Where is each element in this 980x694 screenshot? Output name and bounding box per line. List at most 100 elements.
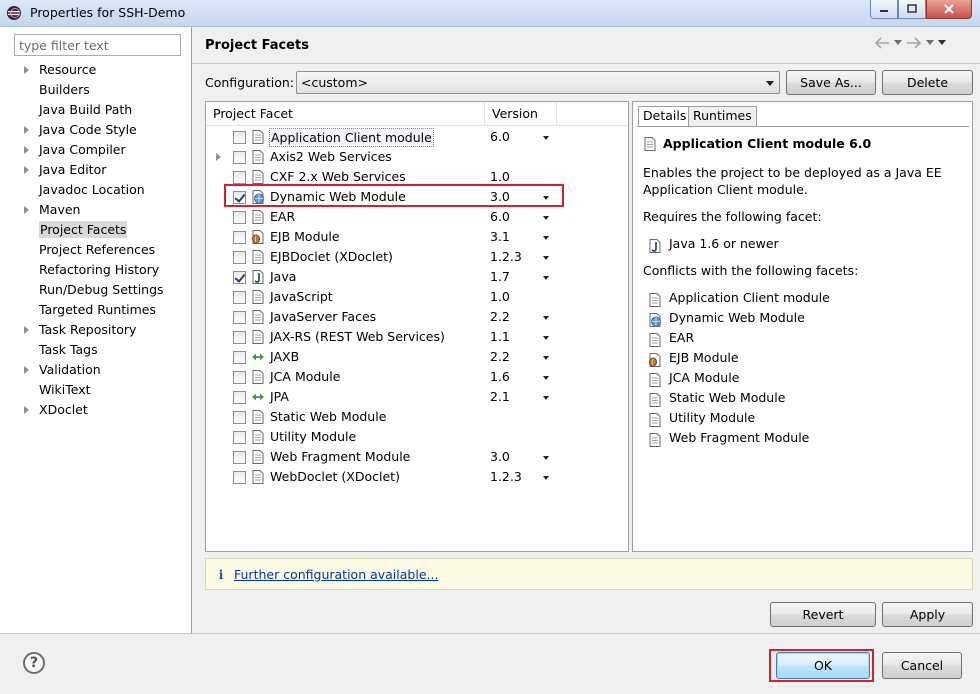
facet-row[interactable]: EJBDoclet (XDoclet) 1.2.3 <box>206 247 628 267</box>
version-dropdown-icon[interactable] <box>543 276 549 280</box>
facet-checkbox[interactable] <box>233 331 246 344</box>
facet-checkbox[interactable] <box>233 471 246 484</box>
version-dropdown-icon[interactable] <box>543 376 549 380</box>
facet-version[interactable]: 6.0 <box>490 207 510 227</box>
version-dropdown-icon[interactable] <box>543 236 549 240</box>
minimize-button[interactable] <box>870 0 898 19</box>
expand-arrow-icon[interactable] <box>24 326 29 334</box>
help-button[interactable]: ? <box>23 652 45 674</box>
nav-item-resource[interactable]: Resource <box>0 60 191 80</box>
facet-row[interactable]: Static Web Module <box>206 407 628 427</box>
facet-checkbox[interactable] <box>233 411 246 424</box>
facet-checkbox[interactable] <box>233 251 246 264</box>
facet-row[interactable]: JavaScript 1.0 <box>206 287 628 307</box>
column-header-version[interactable]: Version <box>485 102 557 126</box>
facet-version[interactable]: 2.2 <box>490 347 510 367</box>
expand-arrow-icon[interactable] <box>24 406 29 414</box>
facet-row[interactable]: Utility Module <box>206 427 628 447</box>
facet-version[interactable]: 2.2 <box>490 307 510 327</box>
apply-button[interactable]: Apply <box>882 602 973 627</box>
facet-checkbox[interactable] <box>233 271 246 284</box>
nav-item-wikitext[interactable]: WikiText <box>0 380 191 400</box>
version-dropdown-icon[interactable] <box>543 256 549 260</box>
forward-dropdown-icon[interactable] <box>926 40 934 46</box>
facet-checkbox[interactable] <box>233 431 246 444</box>
expand-arrow-icon[interactable] <box>24 166 29 174</box>
nav-item-java-compiler[interactable]: Java Compiler <box>0 140 191 160</box>
version-dropdown-icon[interactable] <box>543 316 549 320</box>
version-dropdown-icon[interactable] <box>543 336 549 340</box>
close-button[interactable] <box>926 0 972 19</box>
version-dropdown-icon[interactable] <box>543 216 549 220</box>
cancel-button[interactable]: Cancel <box>882 652 962 679</box>
facet-row[interactable]: JavaServer Faces 2.2 <box>206 307 628 327</box>
facet-row[interactable]: JAX-RS (REST Web Services) 1.1 <box>206 327 628 347</box>
nav-item-task-tags[interactable]: Task Tags <box>0 340 191 360</box>
tab-details[interactable]: Details <box>638 106 692 127</box>
facet-row[interactable]: Application Client module 6.0 <box>206 127 628 147</box>
nav-item-targeted-runtimes[interactable]: Targeted Runtimes <box>0 300 191 320</box>
nav-item-refactoring-history[interactable]: Refactoring History <box>0 260 191 280</box>
tab-runtimes[interactable]: Runtimes <box>688 106 757 126</box>
revert-button[interactable]: Revert <box>770 602 876 627</box>
version-dropdown-icon[interactable] <box>543 136 549 140</box>
facet-checkbox[interactable] <box>233 231 246 244</box>
nav-item-validation[interactable]: Validation <box>0 360 191 380</box>
column-header-facet[interactable]: Project Facet <box>206 102 485 126</box>
delete-button[interactable]: Delete <box>882 70 973 95</box>
nav-item-java-editor[interactable]: Java Editor <box>0 160 191 180</box>
version-dropdown-icon[interactable] <box>543 476 549 480</box>
version-dropdown-icon[interactable] <box>543 396 549 400</box>
facet-checkbox[interactable] <box>233 351 246 364</box>
facet-row[interactable]: WebDoclet (XDoclet) 1.2.3 <box>206 467 628 487</box>
view-menu-icon[interactable] <box>938 40 946 46</box>
facet-checkbox[interactable] <box>233 131 246 144</box>
facet-checkbox[interactable] <box>233 311 246 324</box>
facet-version[interactable]: 1.2.3 <box>490 467 522 487</box>
nav-item-run-debug-settings[interactable]: Run/Debug Settings <box>0 280 191 300</box>
nav-item-javadoc-location[interactable]: Javadoc Location <box>0 180 191 200</box>
facet-version[interactable]: 1.1 <box>490 327 510 347</box>
facet-version[interactable]: 1.0 <box>490 287 510 307</box>
filter-input[interactable] <box>14 34 181 56</box>
facet-row[interactable]: Web Fragment Module 3.0 <box>206 447 628 467</box>
expand-arrow-icon[interactable] <box>216 153 221 161</box>
facet-row[interactable]: Java 1.7 <box>206 267 628 287</box>
facet-row[interactable]: Axis2 Web Services <box>206 147 628 167</box>
nav-item-builders[interactable]: Builders <box>0 80 191 100</box>
maximize-button[interactable] <box>898 0 926 19</box>
expand-arrow-icon[interactable] <box>24 66 29 74</box>
facet-checkbox[interactable] <box>233 371 246 384</box>
nav-item-maven[interactable]: Maven <box>0 200 191 220</box>
back-dropdown-icon[interactable] <box>894 40 902 46</box>
forward-arrow-icon[interactable] <box>906 37 922 49</box>
version-dropdown-icon[interactable] <box>543 356 549 360</box>
nav-item-project-references[interactable]: Project References <box>0 240 191 260</box>
nav-item-xdoclet[interactable]: XDoclet <box>0 400 191 420</box>
facet-version[interactable]: 1.2.3 <box>490 247 522 267</box>
facet-version[interactable]: 3.0 <box>490 447 510 467</box>
version-dropdown-icon[interactable] <box>543 456 549 460</box>
facet-row[interactable]: EJB Module 3.1 <box>206 227 628 247</box>
facet-row[interactable]: EAR 6.0 <box>206 207 628 227</box>
facet-row[interactable]: JCA Module 1.6 <box>206 367 628 387</box>
expand-arrow-icon[interactable] <box>24 146 29 154</box>
facet-version[interactable]: 1.7 <box>490 267 510 287</box>
facet-version[interactable]: 6.0 <box>490 127 510 147</box>
facet-version[interactable]: 3.1 <box>490 227 510 247</box>
facet-checkbox[interactable] <box>233 171 246 184</box>
nav-item-task-repository[interactable]: Task Repository <box>0 320 191 340</box>
expand-arrow-icon[interactable] <box>24 206 29 214</box>
facet-version[interactable]: 2.1 <box>490 387 510 407</box>
nav-item-java-code-style[interactable]: Java Code Style <box>0 120 191 140</box>
facet-checkbox[interactable] <box>233 451 246 464</box>
nav-item-java-build-path[interactable]: Java Build Path <box>0 100 191 120</box>
expand-arrow-icon[interactable] <box>24 366 29 374</box>
facet-row[interactable]: JPA 2.1 <box>206 387 628 407</box>
nav-item-project-facets[interactable]: Project Facets <box>0 220 191 240</box>
back-arrow-icon[interactable] <box>874 37 890 49</box>
facet-checkbox[interactable] <box>233 291 246 304</box>
expand-arrow-icon[interactable] <box>24 126 29 134</box>
facet-checkbox[interactable] <box>233 211 246 224</box>
further-configuration-link[interactable]: Further configuration available... <box>234 567 438 582</box>
